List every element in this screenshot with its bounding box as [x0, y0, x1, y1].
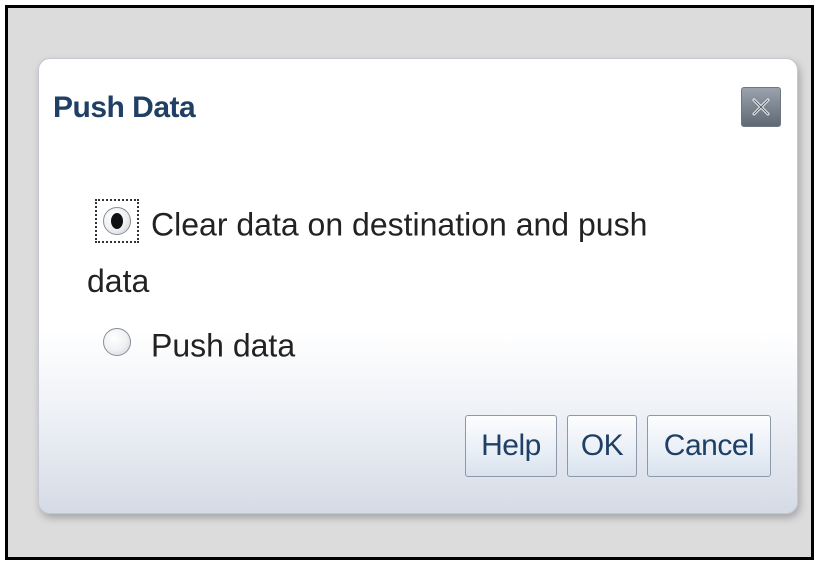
close-button[interactable]: [741, 87, 781, 127]
help-button[interactable]: Help: [465, 415, 557, 477]
ok-button[interactable]: OK: [567, 415, 637, 477]
radio-selected-icon: [103, 206, 131, 235]
radio-unselected-icon: [103, 327, 131, 356]
radio-clear-and-push[interactable]: [95, 198, 139, 243]
option-clear-and-push[interactable]: Clear data on destination and push data: [87, 191, 735, 312]
push-data-dialog: Push Data Clear data on destination and …: [38, 58, 798, 514]
dialog-title: Push Data: [53, 91, 196, 124]
option-push-only[interactable]: Push data: [95, 312, 735, 377]
cancel-button[interactable]: Cancel: [647, 415, 771, 477]
close-icon: [752, 98, 770, 116]
option-clear-and-push-label: Clear data on destination and push: [151, 206, 648, 243]
screen-frame: Push Data Clear data on destination and …: [5, 5, 814, 560]
option-push-only-label: Push data: [151, 327, 296, 364]
option-clear-and-push-label-continued: data: [87, 262, 150, 299]
dialog-buttons: Help OK Cancel: [465, 415, 771, 477]
push-options-group: Clear data on destination and push data …: [87, 191, 735, 377]
radio-push-only[interactable]: [95, 320, 139, 364]
radio-dot-icon: [111, 212, 123, 229]
focus-ring: [95, 198, 139, 243]
